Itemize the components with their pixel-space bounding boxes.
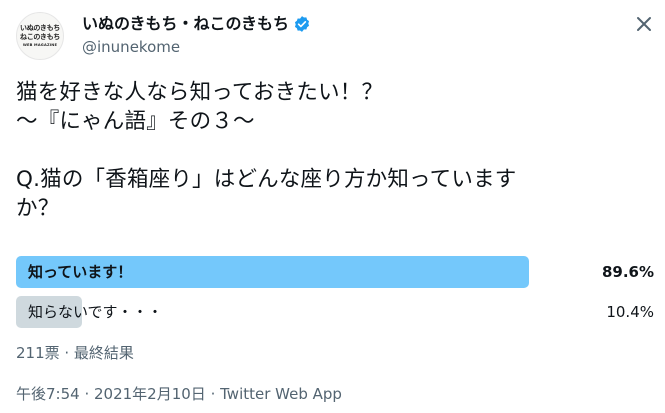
tweet-text-line2: 〜『にゃん語』その３〜: [16, 109, 255, 134]
avatar-text-line1: いぬのきもち: [20, 24, 60, 32]
tweet-time[interactable]: 午後7:54: [16, 385, 80, 403]
user-handle[interactable]: @inunekome: [82, 37, 180, 57]
poll-option-label: 知っています！: [28, 263, 133, 281]
poll-option-percent: 89.6%: [601, 263, 654, 281]
separator: ·: [79, 385, 94, 403]
verified-badge-icon: [294, 16, 310, 32]
tweet-header: いぬのきもち ねこのきもち WEB MAGAZINE いぬのきもち・ねこのきもち…: [16, 12, 656, 62]
poll-option-label: 知らないです・・・: [28, 303, 163, 321]
tweet-timestamp: 午後7:54 · 2021年2月10日 · Twitter Web App: [16, 384, 342, 404]
separator: ·: [205, 385, 221, 403]
avatar-text-line2: ねこのきもち: [20, 33, 60, 41]
tweet-text: 猫を好きな人なら知っておきたい！？ 〜『にゃん語』その３〜 Q.猫の「香箱座り」…: [16, 78, 646, 223]
poll-option-2: 知らないです・・・ 10.4%: [16, 296, 658, 328]
close-icon[interactable]: [632, 12, 656, 36]
display-name-row[interactable]: いぬのきもち・ねこのきもち: [82, 14, 311, 34]
avatar-text-line3: WEB MAGAZINE: [22, 43, 58, 47]
poll: 知っています！ 89.6% 知らないです・・・ 10.4%: [16, 256, 658, 336]
avatar[interactable]: いぬのきもち ねこのきもち WEB MAGAZINE: [16, 12, 64, 60]
tweet-text-line1: 猫を好きな人なら知っておきたい！？: [16, 80, 384, 105]
tweet-text-line3: Q.猫の「香箱座り」はどんな座り方か知っています か？: [16, 167, 517, 221]
poll-meta: 211票 · 最終結果: [16, 344, 134, 362]
poll-option-1: 知っています！ 89.6%: [16, 256, 658, 288]
tweet-source[interactable]: Twitter Web App: [220, 385, 342, 403]
tweet-date[interactable]: 2021年2月10日: [94, 385, 206, 403]
display-name[interactable]: いぬのきもち・ねこのきもち: [82, 14, 289, 34]
poll-option-percent: 10.4%: [606, 303, 654, 321]
